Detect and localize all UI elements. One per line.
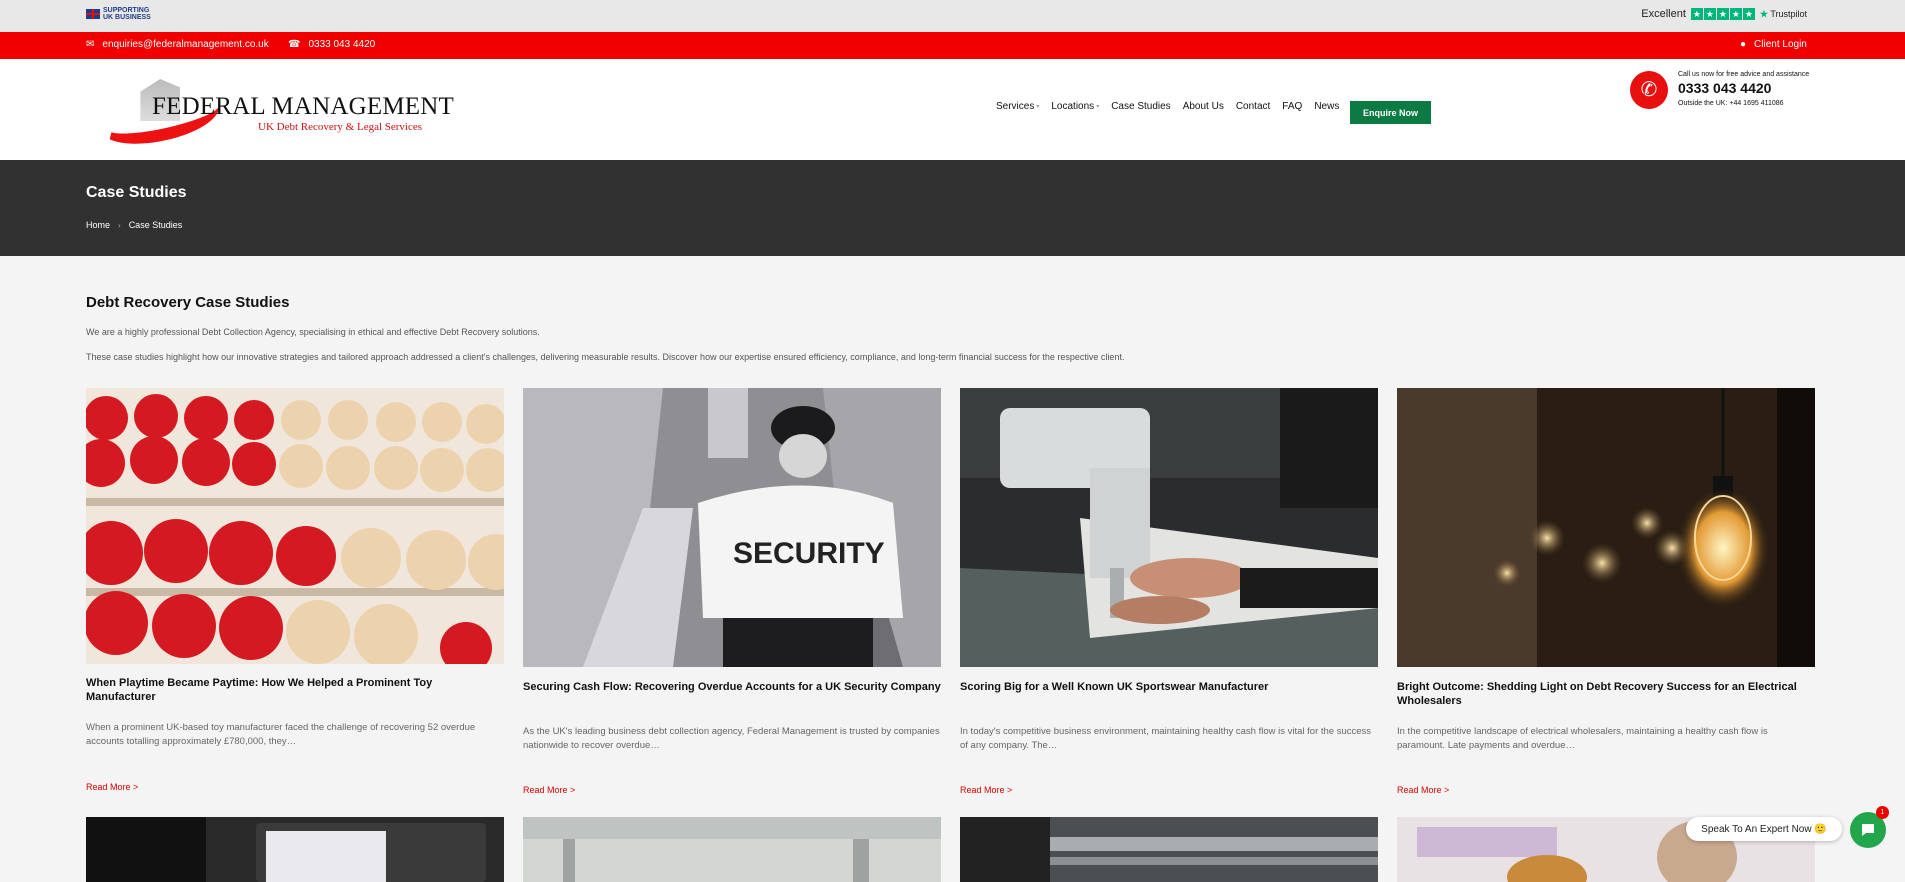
notification-badge: 1 <box>1876 806 1889 819</box>
trustpilot-logo: ★ Trustpilot <box>1760 9 1807 20</box>
intro-paragraph-1: We are a highly professional Debt Collec… <box>86 327 540 337</box>
laptop-photo <box>86 817 504 882</box>
star-icon: ★ <box>1729 8 1742 20</box>
abacus-photo[interactable] <box>86 388 504 664</box>
page-title: Case Studies <box>86 184 187 201</box>
trustpilot-stars: ★ ★ ★ ★ ★ <box>1690 8 1755 20</box>
chevron-down-icon: ▾ <box>1036 104 1040 110</box>
abacus-image <box>86 388 504 664</box>
enquire-now-button[interactable]: Enquire Now <box>1350 101 1431 124</box>
main-nav: Services ▾ Locations ▾ Case Studies About … <box>996 101 1339 112</box>
card-title[interactable]: When Playtime Became Paytime: How We Hel… <box>86 676 504 704</box>
card-excerpt: In today's competitive business environm… <box>960 726 1372 751</box>
call-outside-uk: Outside the UK: +44 1695 411086 <box>1678 100 1784 107</box>
warehouse-photo <box>523 817 941 882</box>
card-excerpt: When a prominent UK-based toy manufactur… <box>86 722 476 747</box>
nav-case-studies[interactable]: Case Studies <box>1111 101 1170 112</box>
light-bulb-photo[interactable] <box>1397 388 1815 667</box>
phone-icon: ✆ <box>1630 71 1668 109</box>
card-title[interactable]: Scoring Big for a Well Known UK Sportswe… <box>960 680 1378 694</box>
nav-services-label: Services <box>996 101 1035 112</box>
client-login-text: Client Login <box>1754 39 1807 50</box>
envelope-icon: ✉ <box>86 39 95 50</box>
call-caption: Call us now for free advice and assistan… <box>1678 71 1810 78</box>
nav-about-us[interactable]: About Us <box>1183 101 1224 112</box>
security-guard-photo[interactable]: SECURITY <box>523 388 941 667</box>
breadcrumb-current: Case Studies <box>128 220 183 230</box>
page-title-band: Case Studies Home › Case Studies <box>0 160 1905 256</box>
nav-news[interactable]: News <box>1314 101 1339 112</box>
star-icon: ★ <box>1690 8 1703 20</box>
badge-line-1: SUPPORTING <box>103 7 150 14</box>
security-guard-image: SECURITY <box>523 388 941 667</box>
trustpilot-star-icon: ★ <box>1759 8 1768 19</box>
site-logo[interactable]: FEDERAL MANAGEMENT UK Debt Recovery & Le… <box>96 73 454 153</box>
star-icon: ★ <box>1742 8 1755 20</box>
phone-icon: ☎ <box>288 39 301 50</box>
email-link[interactable]: ✉ enquiries@federalmanagement.co.uk <box>86 39 269 50</box>
call-number: 0333 043 4420 <box>1678 80 1772 96</box>
chevron-right-icon: › <box>118 220 121 230</box>
light-bulb-image <box>1397 388 1815 667</box>
user-icon: ● <box>1740 39 1747 50</box>
next-row-thumbnail[interactable] <box>86 817 504 882</box>
logo-tagline: UK Debt Recovery & Legal Services <box>258 121 423 133</box>
trustpilot-rating: Excellent <box>1641 8 1686 20</box>
next-row-thumbnail[interactable] <box>960 817 1378 882</box>
nav-faq[interactable]: FAQ <box>1282 101 1302 112</box>
sewing-machine-image <box>960 388 1378 667</box>
top-bar: SUPPORTING UK BUSINESS Excellent ★ ★ ★ ★… <box>0 0 1905 32</box>
trustpilot-brand: Trustpilot <box>1770 8 1807 19</box>
next-row-thumbnail[interactable] <box>523 817 941 882</box>
star-icon: ★ <box>1716 8 1729 20</box>
nav-services[interactable]: Services ▾ <box>996 101 1039 112</box>
supporting-uk-business-badge: SUPPORTING UK BUSINESS <box>86 7 151 21</box>
badge-line-2: UK BUSINESS <box>103 14 151 21</box>
contact-bar: ✉ enquiries@federalmanagement.co.uk ☎ 03… <box>0 32 1905 59</box>
intro-paragraph-2: These case studies highlight how our inn… <box>86 352 1125 362</box>
nav-locations[interactable]: Locations ▾ <box>1051 101 1099 112</box>
phone-text: 0333 043 4420 <box>308 39 376 50</box>
nav-contact[interactable]: Contact <box>1236 101 1270 112</box>
uk-flag-icon <box>86 9 100 19</box>
sewing-machine-photo[interactable] <box>960 388 1378 667</box>
trustpilot-widget[interactable]: Excellent ★ ★ ★ ★ ★ ★ Trustpilot <box>1641 8 1807 20</box>
logo-name: FEDERAL MANAGEMENT <box>152 93 454 120</box>
client-login-link[interactable]: ● Client Login <box>1740 39 1807 50</box>
star-icon: ★ <box>1703 8 1716 20</box>
read-more-link[interactable]: Read More > <box>86 782 138 792</box>
card-title[interactable]: Bright Outcome: Shedding Light on Debt R… <box>1397 680 1815 708</box>
read-more-link[interactable]: Read More > <box>960 785 1012 795</box>
breadcrumb: Home › Case Studies <box>86 220 182 230</box>
nav-locations-label: Locations <box>1051 101 1095 112</box>
machinery-photo <box>960 817 1378 882</box>
card-excerpt: In the competitive landscape of electric… <box>1397 726 1768 751</box>
card-excerpt: As the UK's leading business debt collec… <box>523 726 940 751</box>
chevron-down-icon: ▾ <box>1096 104 1100 110</box>
section-heading: Debt Recovery Case Studies <box>86 294 290 311</box>
site-header: FEDERAL MANAGEMENT UK Debt Recovery & Le… <box>0 59 1905 160</box>
read-more-link[interactable]: Read More > <box>523 785 575 795</box>
breadcrumb-home[interactable]: Home <box>86 220 110 230</box>
read-more-link[interactable]: Read More > <box>1397 785 1449 795</box>
email-text: enquiries@federalmanagement.co.uk <box>102 39 269 50</box>
chat-icon <box>1862 824 1874 836</box>
svg-text:SECURITY: SECURITY <box>733 537 885 570</box>
speak-to-expert-bubble[interactable]: Speak To An Expert Now 🙂 <box>1686 817 1842 841</box>
card-title[interactable]: Securing Cash Flow: Recovering Overdue A… <box>523 680 941 694</box>
phone-link[interactable]: ☎ 0333 043 4420 <box>288 39 375 50</box>
